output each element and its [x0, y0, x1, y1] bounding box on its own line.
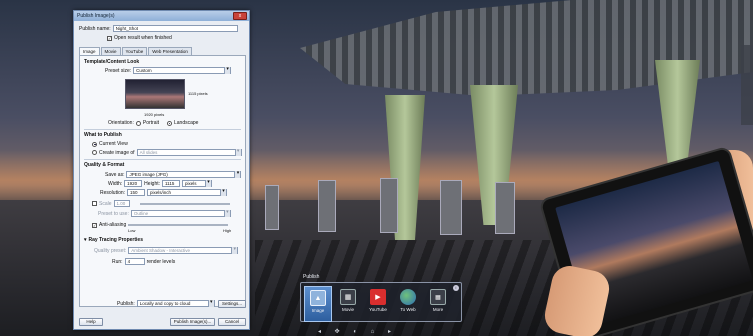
resolution-label: Resolution: — [100, 189, 126, 196]
settings-button[interactable]: Settings... — [218, 300, 246, 308]
publish-toolbar-panel: ▲ Image ▦ Movie ▶ YouTube To Web ▦ More … — [300, 282, 462, 322]
help-button[interactable]: Help — [79, 318, 103, 326]
image-preview-thumbnail — [125, 79, 185, 109]
preset-size-select[interactable]: Custom — [133, 67, 232, 74]
template-section-header: Template/Content Look — [84, 59, 140, 65]
side-toolbar[interactable] — [741, 45, 753, 125]
create-image-radio[interactable] — [92, 150, 97, 155]
tab-image[interactable]: Image — [79, 47, 100, 55]
scale-checkbox[interactable] — [92, 201, 97, 206]
publish-name-label: Publish name: — [79, 25, 111, 32]
quality-format-header: Quality & Format — [84, 162, 125, 168]
anti-aliasing-slider[interactable] — [128, 224, 228, 226]
preset-size-label: Preset size: — [105, 67, 132, 74]
low-label: Low — [128, 228, 136, 233]
quality-preset-select[interactable]: Ambient Shadow - Interactive — [128, 247, 239, 254]
dialog-titlebar[interactable]: Publish Image(s) — [74, 11, 249, 21]
portrait-radio[interactable] — [135, 120, 141, 126]
info-button[interactable]: i — [453, 285, 459, 291]
publish-to-web-button[interactable]: To Web — [394, 286, 422, 322]
film-icon: ▦ — [340, 289, 356, 305]
publish-more-button[interactable]: ▦ More — [424, 286, 452, 322]
fuel-pump — [440, 180, 462, 235]
publish-images-button[interactable]: Publish Image(s)... — [170, 318, 215, 326]
create-image-label: Create image of — [99, 149, 135, 156]
close-button[interactable]: x — [233, 12, 247, 20]
fuel-pump — [380, 178, 398, 233]
resolution-unit-select[interactable]: pixels/inch — [147, 189, 228, 196]
publish-youtube-label: YouTube — [369, 307, 387, 312]
save-as-select[interactable]: JPEG image (JPG) — [126, 171, 242, 178]
dialog-tabs: Image Movie YouTube Web Presentation — [79, 47, 193, 55]
scale-label: Scale — [99, 200, 112, 207]
run-label: Run: — [112, 258, 123, 265]
width-label: Width: — [108, 180, 123, 187]
current-view-label: Current View — [99, 141, 128, 147]
open-result-label: Open result when finished — [114, 35, 172, 41]
save-as-label: Save as: — [105, 171, 125, 178]
publish-to-web-label: To Web — [400, 307, 416, 312]
quality-preset-label: Quality preset: — [94, 247, 127, 254]
cancel-button[interactable]: Cancel — [218, 318, 246, 326]
publish-toolbar: Publish ▲ Image ▦ Movie ▶ YouTube To Web… — [300, 274, 462, 322]
image-tab-panel: Template/Content Look Preset size: Custo… — [79, 55, 246, 307]
high-label: High — [223, 228, 232, 233]
section-divider — [84, 129, 241, 130]
height-input[interactable]: 1115 — [162, 180, 181, 187]
publish-image-label: Image — [311, 308, 325, 313]
grid-icon: ▦ — [430, 289, 446, 305]
open-result-checkbox[interactable]: ✓ — [107, 35, 112, 41]
publish-image-button[interactable]: ▲ Image — [304, 286, 332, 322]
render-levels-label: render levels — [146, 258, 176, 265]
publish-more-label: More — [432, 307, 444, 312]
dialog-title: Publish Image(s) — [77, 13, 115, 19]
youtube-icon: ▶ — [370, 289, 386, 305]
height-caption: 1115 pixels — [188, 91, 208, 96]
tab-youtube[interactable]: YouTube — [121, 47, 148, 55]
tab-movie[interactable]: Movie — [100, 47, 121, 55]
current-view-radio[interactable] — [92, 141, 97, 147]
publish-movie-button[interactable]: ▦ Movie — [334, 286, 362, 322]
tab-web-presentation[interactable]: Web Presentation — [148, 47, 192, 55]
publish-name-input[interactable]: Night_Shot — [112, 25, 238, 32]
publish-toolbar-title: Publish — [303, 274, 320, 280]
preset-to-use-select[interactable]: Outline — [130, 210, 231, 217]
publish-images-dialog: Publish Image(s) x Publish name: Night_S… — [73, 10, 250, 330]
resolution-input[interactable]: 150 — [127, 189, 146, 196]
width-input[interactable]: 1920 — [124, 180, 143, 187]
publish-youtube-button[interactable]: ▶ YouTube — [364, 286, 392, 322]
section-divider — [84, 159, 241, 160]
create-image-select[interactable]: All slides — [136, 149, 242, 156]
portrait-label: Portrait — [142, 120, 159, 126]
scale-slider[interactable] — [140, 203, 230, 205]
image-icon: ▲ — [310, 290, 326, 306]
scale-input[interactable]: 1.00 — [113, 200, 130, 207]
fuel-pump — [318, 180, 336, 232]
landscape-label: Landscape — [173, 120, 199, 126]
globe-icon — [400, 289, 416, 305]
unit-select[interactable]: pixels — [182, 180, 213, 187]
fuel-pump — [265, 185, 279, 230]
publish-label: Publish: — [117, 300, 135, 307]
what-to-publish-header: What to Publish — [84, 132, 122, 138]
height-label: Height: — [144, 180, 161, 187]
ray-tracing-header: Ray Tracing Properties — [88, 237, 143, 243]
navigation-tools-strip[interactable]: ◂ ✥ ◐ ⌂ ▸ — [318, 328, 397, 335]
orientation-label: Orientation: — [108, 120, 134, 126]
width-caption: 1920 pixels — [144, 112, 165, 117]
anti-aliasing-checkbox[interactable]: ✓ — [92, 222, 97, 228]
run-input[interactable]: 4 — [124, 258, 145, 265]
anti-aliasing-label: Anti-aliasing — [99, 222, 127, 228]
preset-to-use-label: Preset to use: — [98, 210, 129, 217]
fuel-pump — [495, 182, 515, 234]
publish-movie-label: Movie — [341, 307, 354, 312]
landscape-radio[interactable] — [166, 120, 172, 126]
publish-destination-select[interactable]: Locally and copy to cloud — [136, 300, 215, 307]
collapse-arrow-icon[interactable]: ▾ — [84, 237, 87, 243]
